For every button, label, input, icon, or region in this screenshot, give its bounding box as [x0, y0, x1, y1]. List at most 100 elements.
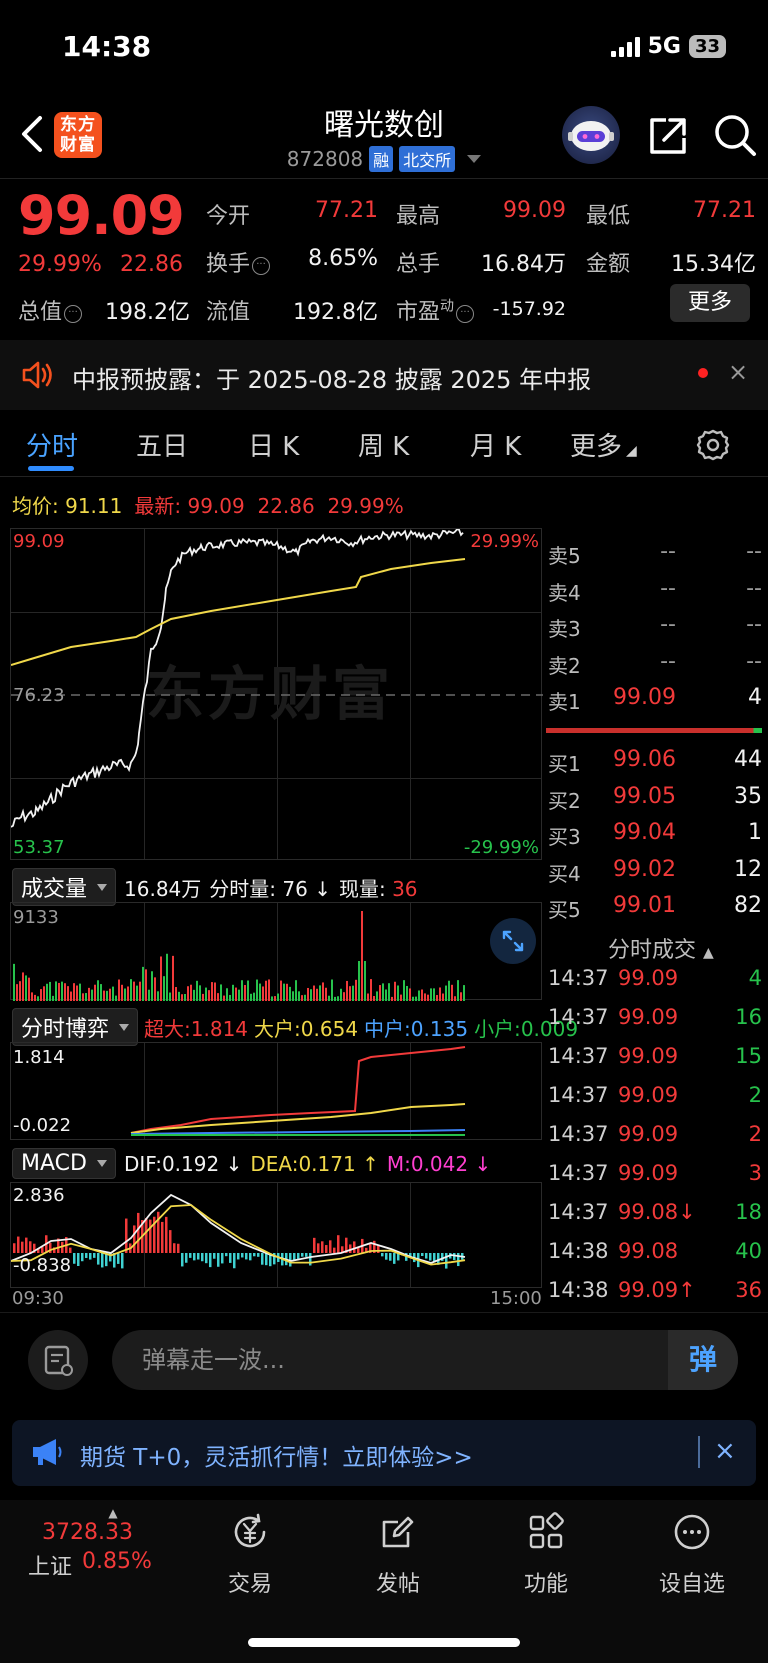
nav-functions[interactable]: 功能: [496, 1512, 596, 1598]
tab-monthly-k[interactable]: 月 K: [470, 426, 521, 463]
chevron-up-icon: ▲: [703, 945, 714, 961]
intraday-chart[interactable]: 东方财富 99.09 76.23 53.37 29.99% -29.99%: [10, 528, 543, 860]
super-number: 1.814: [190, 1016, 249, 1041]
danmu-send-label: 弹: [688, 1343, 717, 1376]
divider: [0, 476, 768, 477]
change-percent: 29.99%: [18, 252, 102, 277]
battery-icon: 33: [688, 35, 726, 58]
latest-value: 99.09: [187, 494, 245, 518]
index-percent: 0.85%: [82, 1549, 152, 1574]
ask-price[interactable]: --: [596, 539, 676, 564]
info-icon[interactable]: ···: [64, 305, 83, 323]
pct-axis-bottom: -29.99%: [463, 837, 539, 858]
ask-price[interactable]: --: [596, 649, 676, 674]
open-value: 77.21: [315, 198, 378, 223]
gear-icon[interactable]: [696, 428, 730, 462]
nav-watchlist[interactable]: 设自选: [642, 1512, 742, 1598]
grid-icon: [529, 1512, 564, 1549]
danmu-input[interactable]: 弹幕走一波...: [112, 1330, 738, 1390]
home-indicator: [248, 1638, 520, 1647]
bid-price[interactable]: 99.06: [596, 747, 676, 772]
ask-price[interactable]: --: [596, 612, 676, 637]
game-lines: [130, 1046, 466, 1136]
ask-price[interactable]: --: [596, 576, 676, 601]
dif-value: DIF:0.192 ↓: [123, 1151, 243, 1176]
search-icon[interactable]: [712, 112, 758, 158]
bid-price[interactable]: 99.05: [596, 784, 676, 809]
bid-volume: 1: [748, 820, 762, 845]
game-y-min: -0.022: [13, 1115, 72, 1136]
trade-volume: 18: [735, 1200, 762, 1224]
float-label: 流值: [206, 300, 251, 325]
trade-price: 99.09: [618, 1044, 679, 1068]
ai-assistant-icon[interactable]: [562, 106, 620, 164]
mktcap-label[interactable]: 总值 ···: [18, 294, 83, 326]
chevron-down-icon: [96, 1160, 107, 1167]
current-volume: 现量: 36: [339, 873, 418, 902]
small-label: 小户:: [474, 1016, 521, 1041]
bid-price[interactable]: 99.01: [596, 893, 676, 918]
tab-weekly-k[interactable]: 周 K: [358, 426, 409, 463]
trade-volume: 4: [748, 966, 762, 990]
trade-time: 14:37: [548, 1122, 609, 1146]
chevron-down-icon[interactable]: [467, 155, 482, 163]
nav-trade-label: 交易: [227, 1572, 272, 1597]
amount-label: 金额: [586, 252, 631, 277]
ask-label: 卖2: [548, 653, 581, 678]
turnover-label[interactable]: 换手 ···: [206, 246, 271, 278]
bid-label: 买3: [548, 825, 581, 849]
nav-trade[interactable]: 交易: [200, 1512, 300, 1598]
bid-price[interactable]: 99.04: [596, 820, 676, 845]
tab-intraday[interactable]: 分时: [26, 426, 78, 463]
pe-sup: 动: [440, 298, 455, 315]
nav-post[interactable]: 发帖: [348, 1512, 448, 1598]
game-indicator-select[interactable]: 分时博弈: [12, 1008, 139, 1046]
dea-number: 0.171: [298, 1151, 356, 1176]
pe-value: -157.92: [492, 298, 566, 320]
bid-price[interactable]: 99.02: [596, 857, 676, 882]
notice-text[interactable]: 中报预披露：于 2025-08-28 披露 2025 年中报: [72, 360, 591, 395]
ad-text[interactable]: 期货 T+0，灵活抓行情！立即体验>>: [80, 1438, 473, 1472]
pct-axis-top: 29.99%: [470, 531, 539, 552]
more-button[interactable]: 更多: [670, 284, 750, 322]
macd-chart[interactable]: 2.836 -0.838: [10, 1182, 542, 1288]
danmu-send-button[interactable]: 弹: [668, 1330, 738, 1390]
status-indicators: 5G 33: [610, 34, 726, 59]
comment-list-icon[interactable]: [28, 1330, 88, 1390]
info-icon[interactable]: ···: [252, 257, 271, 275]
close-icon[interactable]: ×: [714, 1436, 736, 1466]
share-icon[interactable]: [646, 114, 690, 158]
ask-price[interactable]: 99.09: [596, 685, 676, 710]
tab-five-day[interactable]: 五日: [136, 426, 188, 463]
speaker-icon: [22, 361, 52, 389]
pe-label[interactable]: 市盈动 ···: [396, 294, 475, 326]
tab-daily-k[interactable]: 日 K: [248, 426, 299, 463]
volume-chart[interactable]: 9133: [10, 902, 542, 1001]
index-ticker[interactable]: ▲ 3728.33 上证 0.85%: [28, 1506, 168, 1581]
dif-number: 0.192: [161, 1151, 220, 1176]
super-label: 超大:: [144, 1016, 191, 1041]
game-chart[interactable]: 1.814 -0.022: [10, 1042, 542, 1140]
macd-lines: [11, 1193, 466, 1269]
m-label: M:: [386, 1151, 411, 1176]
order-book-divider: [546, 728, 762, 733]
macd-indicator-select[interactable]: MACD: [12, 1148, 116, 1179]
close-icon[interactable]: ×: [728, 358, 748, 386]
volume-indicator-select[interactable]: 成交量: [12, 868, 117, 906]
last-price: 99.09: [18, 184, 185, 247]
minute-volume-value: 76: [282, 876, 308, 901]
divider: [0, 1312, 768, 1313]
expand-icon[interactable]: [490, 918, 536, 964]
volume-header: 成交量 16.84万 分时量: 76 ↓ 现量: 36: [12, 868, 418, 906]
info-icon[interactable]: ···: [456, 305, 475, 323]
volume-y-max: 9133: [13, 907, 59, 928]
latest-label: 最新: 99.09 22.86 29.99%: [134, 490, 403, 519]
trade-volume: 2: [748, 1122, 762, 1146]
float-value: 192.8亿: [293, 300, 378, 325]
tab-more[interactable]: 更多 ◢: [570, 426, 637, 463]
bid-label: 买5: [548, 898, 581, 922]
chevron-up-icon: ▲: [108, 1506, 118, 1520]
avg-label: 均价: 91.11: [12, 490, 122, 519]
dea-value: DEA:0.171 ↑: [250, 1151, 379, 1176]
trades-title[interactable]: 分时成交 ▲: [608, 932, 714, 964]
